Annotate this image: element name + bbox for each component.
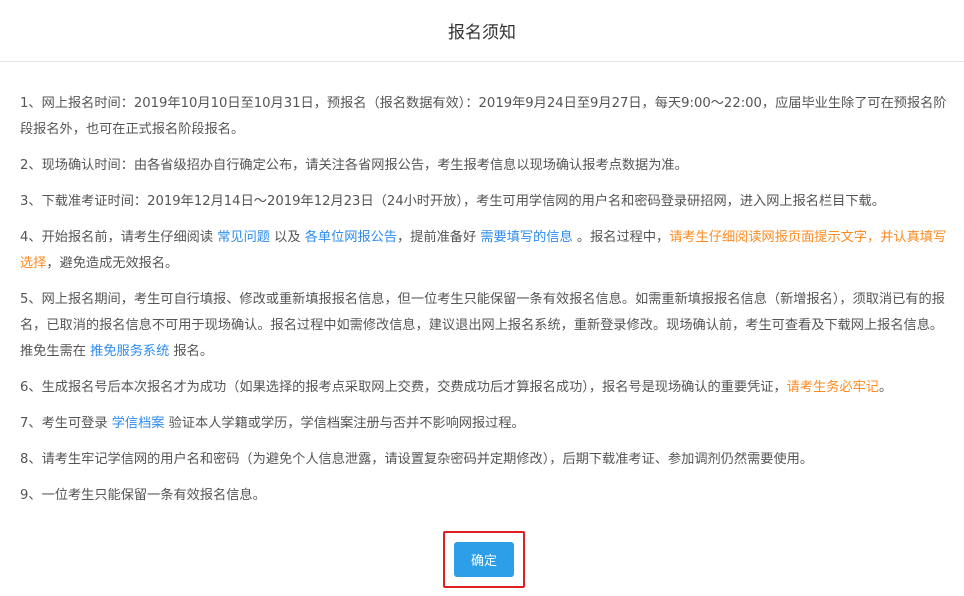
notice-text: 以及 [269, 230, 305, 245]
warning-text: 请考生务必牢记 [786, 380, 879, 395]
required-info-link[interactable]: 需要填写的信息 [480, 230, 572, 245]
notice-text: 8、请考生牢记学信网的用户名和密码（为避免个人信息泄露，请设置复杂密码并定期修改… [20, 452, 814, 467]
notice-text: 4、开始报名前，请考生仔细阅读 [20, 230, 218, 245]
notice-item-8: 8、请考生牢记学信网的用户名和密码（为避免个人信息泄露，请设置复杂密码并定期修改… [20, 447, 950, 473]
notice-item-4: 4、开始报名前，请考生仔细阅读 常见问题 以及 各单位网报公告，提前准备好 需要… [20, 225, 950, 277]
notice-item-6: 6、生成报名号后本次报名才为成功（如果选择的报考点采取网上交费，交费成功后才算报… [20, 375, 950, 401]
notice-text: ，避免造成无效报名。 [46, 256, 179, 271]
confirm-button[interactable]: 确定 [454, 542, 514, 577]
notice-text: 2、现场确认时间：由各省级招办自行确定公布，请关注各省网报公告，考生报考信息以现… [20, 158, 688, 173]
notice-item-2: 2、现场确认时间：由各省级招办自行确定公布，请关注各省网报公告，考生报考信息以现… [20, 153, 950, 179]
notice-text: 。报名过程中， [572, 230, 670, 245]
notice-text: 9、一位考生只能保留一条有效报名信息。 [20, 488, 266, 503]
notice-text: 1、网上报名时间：2019年10月10日至10月31日，预报名（报名数据有效）：… [20, 96, 947, 137]
notice-item-7: 7、考生可登录 学信档案 验证本人学籍或学历，学信档案注册与否并不影响网报过程。 [20, 411, 950, 437]
notice-item-5: 5、网上报名期间，考生可自行填报、修改或重新填报报名信息，但一位考生只能保留一条… [20, 287, 950, 365]
dialog-header: 报名须知 [0, 0, 964, 62]
notice-text: 6、生成报名号后本次报名才为成功（如果选择的报考点采取网上交费，交费成功后才算报… [20, 380, 787, 395]
notice-text: 报名。 [169, 344, 214, 359]
notice-item-1: 1、网上报名时间：2019年10月10日至10月31日，预报名（报名数据有效）：… [20, 91, 950, 143]
page-title: 报名须知 [448, 23, 516, 43]
highlight-box: 确定 [443, 531, 525, 588]
notice-text: 。 [878, 380, 893, 395]
dialog-footer: 确定 [0, 531, 964, 588]
notice-text: 验证本人学籍或学历，学信档案注册与否并不影响网报过程。 [164, 416, 525, 431]
notice-text: ，提前准备好 [397, 230, 481, 245]
notice-text: 3、下载准考证时间：2019年12月14日～2019年12月23日（24小时开放… [20, 194, 885, 209]
unit-announcements-link[interactable]: 各单位网报公告 [305, 230, 397, 245]
xuexin-archive-link[interactable]: 学信档案 [112, 416, 165, 431]
notice-item-3: 3、下载准考证时间：2019年12月14日～2019年12月23日（24小时开放… [20, 189, 950, 215]
faq-link[interactable]: 常见问题 [217, 230, 270, 245]
recommendation-system-link[interactable]: 推免服务系统 [90, 344, 169, 359]
notice-content: 1、网上报名时间：2019年10月10日至10月31日，预报名（报名数据有效）：… [0, 62, 964, 509]
notice-text: 7、考生可登录 [20, 416, 112, 431]
notice-item-9: 9、一位考生只能保留一条有效报名信息。 [20, 483, 950, 509]
